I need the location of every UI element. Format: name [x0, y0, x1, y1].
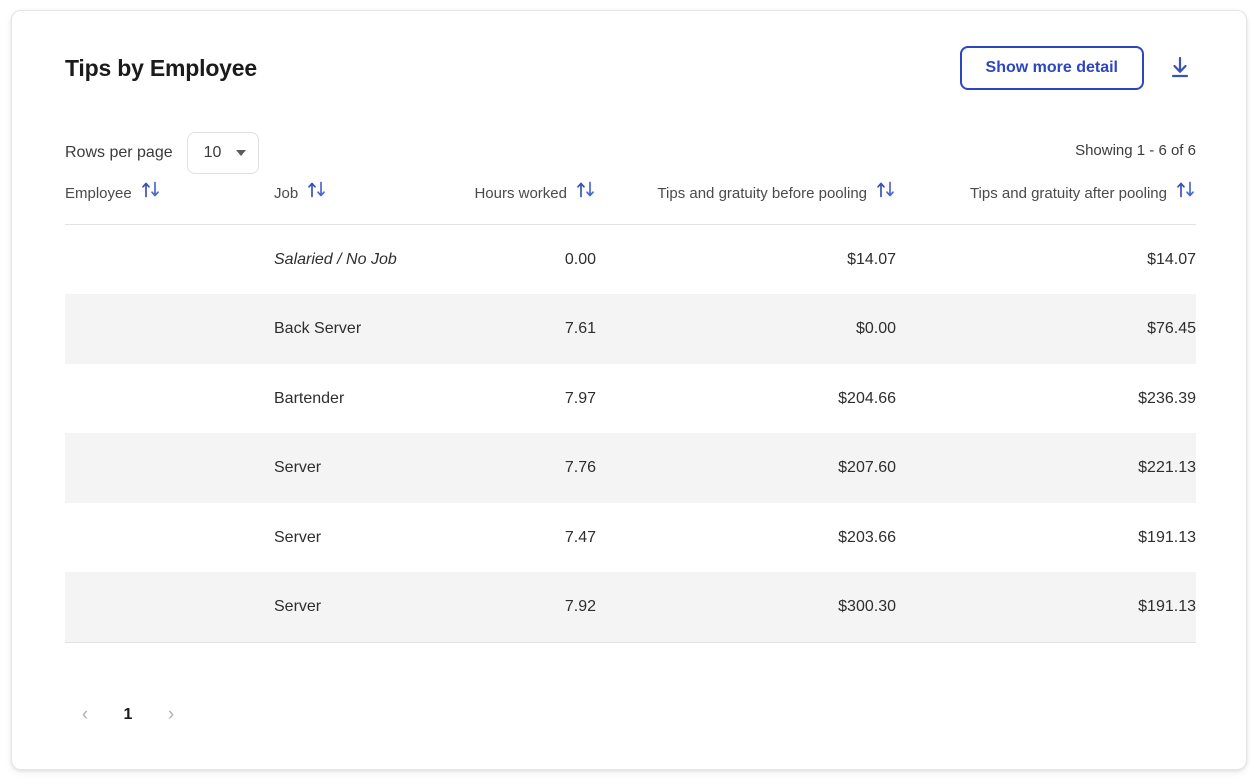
pagination-prev-button[interactable]: ‹ [65, 696, 105, 734]
column-label-employee: Employee [65, 183, 132, 206]
sort-icon[interactable] [141, 181, 161, 206]
pagination: ‹ 1 › [65, 696, 191, 734]
rows-per-page-select[interactable]: 10 [187, 132, 259, 174]
cell-employee [65, 433, 230, 503]
cell-job: Back Server [230, 294, 416, 364]
showing-range-text: Showing 1 - 6 of 6 [1075, 142, 1196, 159]
column-header-job[interactable]: Job [230, 181, 416, 224]
column-header-hours-worked[interactable]: Hours worked [416, 181, 596, 224]
column-header-tips-before-pooling[interactable]: Tips and gratuity before pooling [596, 181, 896, 224]
cell-before: $0.00 [596, 294, 896, 364]
chevron-down-icon [236, 150, 246, 156]
sort-icon[interactable] [576, 181, 596, 206]
table-toolbar: Rows per page 10 Showing 1 - 6 of 6 [12, 115, 1246, 181]
column-label-tips-after-pooling: Tips and gratuity after pooling [970, 183, 1167, 206]
download-icon [1169, 55, 1191, 82]
pagination-page-1[interactable]: 1 [111, 696, 145, 734]
cell-after: $236.39 [896, 364, 1196, 434]
rows-per-page-control: Rows per page 10 [65, 132, 259, 174]
cell-hours: 7.97 [416, 364, 596, 434]
cell-hours: 0.00 [416, 224, 596, 294]
column-label-job: Job [274, 183, 298, 206]
cell-job: Server [230, 503, 416, 573]
table-header: Employee Job [65, 181, 1196, 224]
sort-icon[interactable] [876, 181, 896, 206]
show-more-detail-button[interactable]: Show more detail [960, 46, 1144, 90]
cell-hours: 7.47 [416, 503, 596, 573]
cell-job: Bartender [230, 364, 416, 434]
cell-after: $191.13 [896, 572, 1196, 642]
cell-after: $191.13 [896, 503, 1196, 573]
cell-after: $14.07 [896, 224, 1196, 294]
cell-employee [65, 572, 230, 642]
cell-job: Server [230, 433, 416, 503]
rows-per-page-label: Rows per page [65, 144, 173, 162]
table-container: Employee Job [65, 181, 1196, 643]
cell-employee [65, 224, 230, 294]
card-header: Tips by Employee Show more detail [12, 11, 1246, 115]
sort-icon[interactable] [307, 181, 327, 206]
page-title: Tips by Employee [65, 55, 257, 82]
table-row: Salaried / No Job0.00$14.07$14.07 [65, 224, 1196, 294]
column-header-employee[interactable]: Employee [65, 181, 230, 224]
table-row: Bartender7.97$204.66$236.39 [65, 364, 1196, 434]
column-label-tips-before-pooling: Tips and gratuity before pooling [657, 183, 867, 206]
cell-job: Server [230, 572, 416, 642]
cell-employee [65, 294, 230, 364]
cell-employee [65, 364, 230, 434]
pagination-next-button[interactable]: › [151, 696, 191, 734]
column-header-tips-after-pooling[interactable]: Tips and gratuity after pooling [896, 181, 1196, 224]
sort-icon[interactable] [1176, 181, 1196, 206]
column-label-hours-worked: Hours worked [474, 183, 567, 206]
table-row: Server7.76$207.60$221.13 [65, 433, 1196, 503]
cell-hours: 7.61 [416, 294, 596, 364]
header-actions: Show more detail [960, 46, 1196, 90]
cell-before: $203.66 [596, 503, 896, 573]
cell-job: Salaried / No Job [230, 224, 416, 294]
table-row: Server7.47$203.66$191.13 [65, 503, 1196, 573]
cell-hours: 7.76 [416, 433, 596, 503]
rows-per-page-value: 10 [204, 144, 222, 162]
table-header-row: Employee Job [65, 181, 1196, 224]
cell-employee [65, 503, 230, 573]
table-body: Salaried / No Job0.00$14.07$14.07Back Se… [65, 224, 1196, 643]
table-row: Back Server7.61$0.00$76.45 [65, 294, 1196, 364]
download-button[interactable] [1164, 51, 1196, 85]
tips-table: Employee Job [65, 181, 1196, 643]
tips-by-employee-card: Tips by Employee Show more detail Rows p… [11, 10, 1247, 770]
cell-before: $204.66 [596, 364, 896, 434]
cell-hours: 7.92 [416, 572, 596, 642]
table-row: Server7.92$300.30$191.13 [65, 572, 1196, 642]
cell-before: $14.07 [596, 224, 896, 294]
cell-before: $300.30 [596, 572, 896, 642]
cell-after: $76.45 [896, 294, 1196, 364]
cell-after: $221.13 [896, 433, 1196, 503]
cell-before: $207.60 [596, 433, 896, 503]
